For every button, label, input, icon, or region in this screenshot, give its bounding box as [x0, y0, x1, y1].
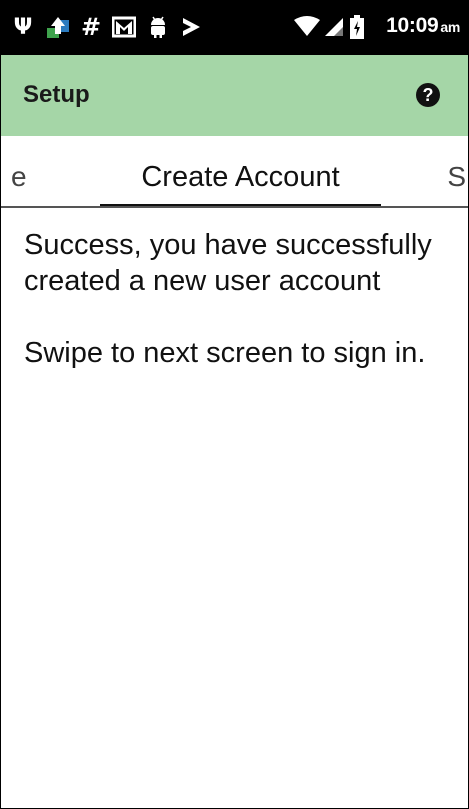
tab-previous[interactable]: e — [11, 161, 27, 193]
gmail-icon — [111, 13, 137, 41]
content-area: Success, you have successfully created a… — [24, 227, 464, 371]
success-message: Success, you have successfully created a… — [24, 229, 432, 297]
app-bar: Setup ? — [1, 55, 468, 136]
android-icon — [146, 13, 170, 41]
battery-icon — [349, 13, 365, 41]
wifi-icon — [293, 13, 321, 41]
screen: Ψ # 10:09 am Setup ? e Create Account S … — [0, 0, 469, 809]
tab-divider — [1, 206, 468, 208]
status-bar: Ψ # 10:09 am — [1, 1, 468, 55]
tab-strip: e Create Account S — [1, 136, 468, 208]
status-ampm: am — [440, 19, 460, 35]
signal-icon — [323, 13, 345, 41]
play-store-icon — [179, 13, 203, 41]
app-title: Setup — [23, 81, 90, 108]
status-time: 10:09 am — [386, 14, 460, 37]
hash-icon: # — [80, 13, 102, 41]
usb-icon: Ψ — [13, 14, 33, 40]
tab-create-account[interactable]: Create Account — [100, 136, 381, 208]
help-icon[interactable]: ? — [416, 83, 440, 107]
tab-create-account-label: Create Account — [141, 161, 340, 193]
swipe-instruction: Swipe to next screen to sign in. — [24, 337, 426, 369]
upload-icon — [45, 13, 71, 41]
tab-next[interactable]: S — [447, 161, 466, 193]
